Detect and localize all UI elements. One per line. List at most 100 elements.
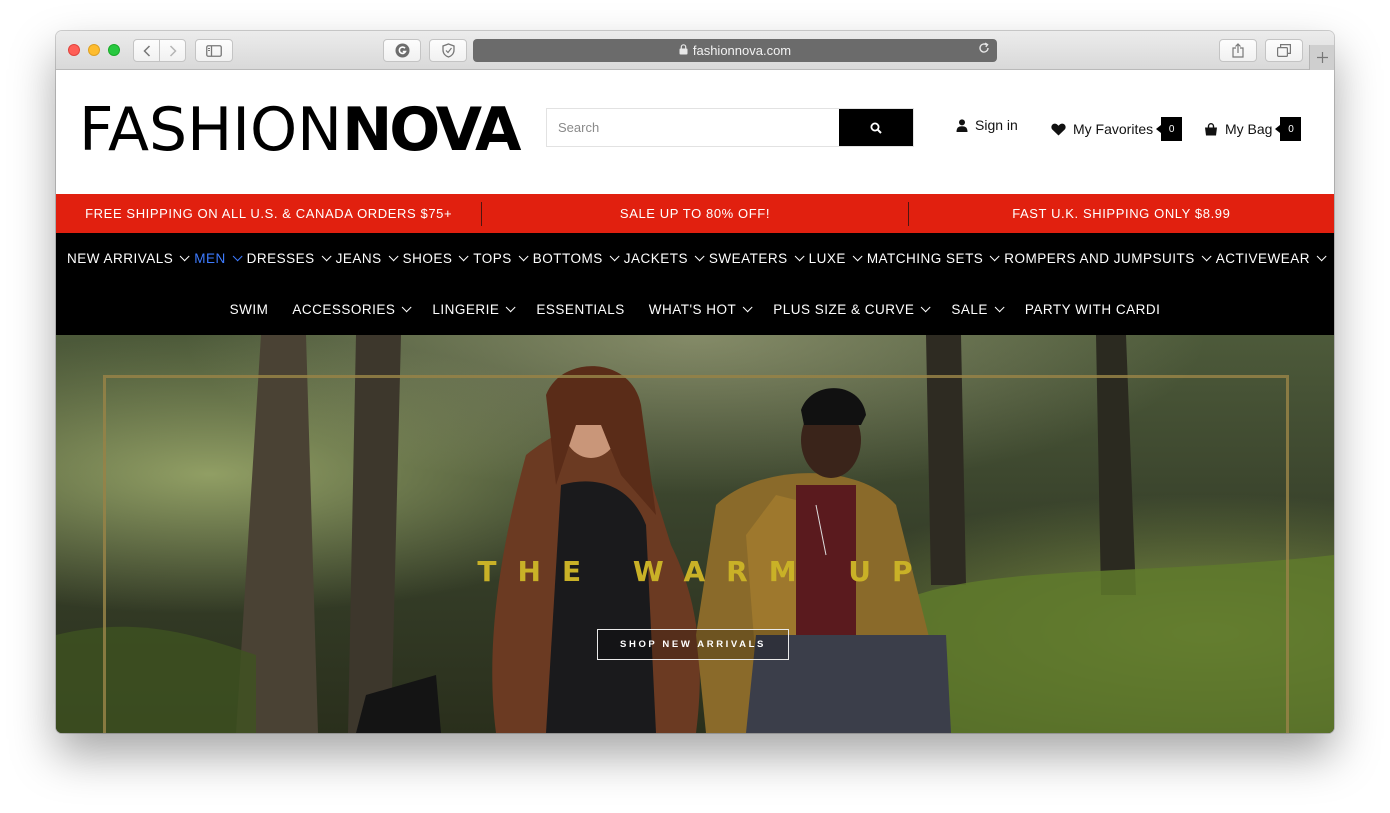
minimize-window-button[interactable] <box>88 44 100 56</box>
nav-item-men[interactable]: MEN <box>194 251 243 266</box>
chevron-down-icon <box>1316 251 1327 262</box>
hero-title: THE WARM UP <box>477 555 934 588</box>
bag-link[interactable]: My Bag 0 <box>1204 117 1302 141</box>
chevron-down-icon <box>179 251 190 262</box>
chevron-down-icon <box>506 302 516 313</box>
share-button[interactable] <box>1219 39 1257 62</box>
zoom-window-button[interactable] <box>108 44 120 56</box>
nav-item-rompers-and-jumpsuits[interactable]: ROMPERS AND JUMPSUITS <box>1004 251 1212 266</box>
nav-item-jeans[interactable]: JEANS <box>335 251 399 266</box>
promo-uk-shipping[interactable]: FAST U.K. SHIPPING ONLY $8.99 <box>909 206 1334 221</box>
nav-item-matching-sets[interactable]: MATCHING SETS <box>866 251 1000 266</box>
nav-item-label: ESSENTIALS <box>536 302 625 317</box>
nav-item-jackets[interactable]: JACKETS <box>624 251 705 266</box>
extension-privacy-button[interactable] <box>429 39 467 62</box>
nav-item-party-with-cardi[interactable]: PARTY WITH CARDI <box>1025 302 1161 317</box>
nav-item-essentials[interactable]: ESSENTIALS <box>536 302 624 317</box>
nav-item-lingerie[interactable]: LINGERIE <box>432 302 516 317</box>
sidebar-toggle-button[interactable] <box>195 39 233 62</box>
chevron-down-icon <box>232 251 243 262</box>
promo-bar: FREE SHIPPING ON ALL U.S. & CANADA ORDER… <box>56 194 1334 233</box>
nav-item-label: ROMPERS AND JUMPSUITS <box>1004 251 1195 266</box>
chevron-down-icon <box>742 302 753 313</box>
promo-free-shipping[interactable]: FREE SHIPPING ON ALL U.S. & CANADA ORDER… <box>56 206 481 221</box>
nav-item-activewear[interactable]: ACTIVEWEAR <box>1215 251 1327 266</box>
nav-item-tops[interactable]: TOPS <box>473 251 529 266</box>
sidebar-icon <box>206 44 222 57</box>
nav-item-label: SWIM <box>229 302 269 317</box>
nav-item-shoes[interactable]: SHOES <box>402 251 469 266</box>
nav-item-label: MATCHING SETS <box>866 251 984 266</box>
show-tabs-button[interactable] <box>1265 39 1303 62</box>
nav-item-label: SWEATERS <box>708 251 788 266</box>
promo-divider <box>481 201 483 226</box>
close-window-button[interactable] <box>68 44 80 56</box>
search-input[interactable] <box>547 109 839 146</box>
logo-text-bold: NOVA <box>342 95 521 165</box>
sign-in-label: Sign in <box>975 117 1018 133</box>
new-tab-button[interactable] <box>1309 45 1334 70</box>
reload-icon[interactable] <box>978 42 990 57</box>
favorites-label: My Favorites <box>1073 121 1154 137</box>
promo-sale[interactable]: SALE UP TO 80% OFF! <box>482 206 907 221</box>
back-button[interactable] <box>134 40 159 61</box>
search-button[interactable] <box>839 109 913 146</box>
nav-item-label: DRESSES <box>246 251 315 266</box>
nav-item-bottoms[interactable]: BOTTOMS <box>532 251 620 266</box>
nav-item-what-s-hot[interactable]: WHAT'S HOT <box>649 302 753 317</box>
chevron-down-icon <box>402 302 412 313</box>
plus-icon <box>1316 52 1328 63</box>
url-text: fashionnova.com <box>692 43 792 58</box>
nav-item-sweaters[interactable]: SWEATERS <box>708 251 805 266</box>
chevron-down-icon <box>1201 251 1212 262</box>
nav-item-label: NEW ARRIVALS <box>67 251 174 266</box>
nav-item-dresses[interactable]: DRESSES <box>246 251 332 266</box>
tabs-icon <box>1277 44 1291 57</box>
extension-grammarly-button[interactable] <box>383 39 421 62</box>
chevron-down-icon <box>694 251 705 262</box>
chevron-down-icon <box>852 251 863 262</box>
chevron-down-icon <box>609 251 620 262</box>
hero-banner[interactable]: THE WARM UP SHOP NEW ARRIVALS <box>56 335 1334 733</box>
nav-item-plus-size-curve[interactable]: PLUS SIZE & CURVE <box>773 302 931 317</box>
nav-item-label: LUXE <box>808 251 846 266</box>
nav-item-label: SHOES <box>402 251 453 266</box>
chevron-down-icon <box>989 251 1000 262</box>
shop-new-arrivals-button[interactable]: SHOP NEW ARRIVALS <box>597 629 789 660</box>
nav-item-label: BOTTOMS <box>532 251 603 266</box>
sign-in-link[interactable]: Sign in <box>956 117 1018 133</box>
history-nav <box>133 39 186 62</box>
chevron-down-icon <box>994 302 1005 313</box>
browser-window: fashionnova.com FASHIONNOVA Search Sign … <box>56 31 1334 733</box>
chevron-down-icon <box>459 251 469 262</box>
user-icon <box>956 118 968 132</box>
chevron-down-icon <box>388 251 399 262</box>
lock-icon <box>679 43 688 58</box>
fashion-nova-logo[interactable]: FASHIONNOVA <box>79 100 521 160</box>
favorites-count-badge: 0 <box>1156 117 1183 141</box>
nav-item-label: JEANS <box>335 251 382 266</box>
bag-label: My Bag <box>1225 121 1273 137</box>
chevron-down-icon <box>920 302 931 313</box>
shield-icon <box>441 43 455 58</box>
favorites-link[interactable]: My Favorites 0 <box>1051 117 1183 141</box>
grammarly-icon <box>395 43 409 58</box>
nav-row-secondary: SWIM ACCESSORIES LINGERIE ESSENTIALS WHAT'S … <box>56 284 1334 335</box>
nav-item-label: TOPS <box>473 251 512 266</box>
bag-count-badge: 0 <box>1275 117 1302 141</box>
search-bar <box>546 108 914 147</box>
nav-item-label: ACTIVEWEAR <box>1215 251 1310 266</box>
address-bar[interactable]: fashionnova.com <box>473 39 997 62</box>
nav-item-new-arrivals[interactable]: NEW ARRIVALS <box>67 251 190 266</box>
nav-row-primary: NEW ARRIVALS MEN DRESSES JEANS SHOES TOPS BOTT… <box>56 233 1334 284</box>
search-icon <box>870 122 882 134</box>
main-navigation: NEW ARRIVALS MEN DRESSES JEANS SHOES TOPS BOTT… <box>56 233 1334 335</box>
site-header: FASHIONNOVA Sign in My Favorites 0 <box>56 70 1334 194</box>
nav-item-sale[interactable]: SALE <box>951 302 1005 317</box>
nav-item-label: SALE <box>951 302 988 317</box>
nav-item-luxe[interactable]: LUXE <box>808 251 863 266</box>
nav-item-swim[interactable]: SWIM <box>230 302 269 317</box>
forward-button[interactable] <box>159 40 185 61</box>
nav-item-accessories[interactable]: ACCESSORIES <box>292 302 412 317</box>
chevron-left-icon <box>143 44 150 57</box>
